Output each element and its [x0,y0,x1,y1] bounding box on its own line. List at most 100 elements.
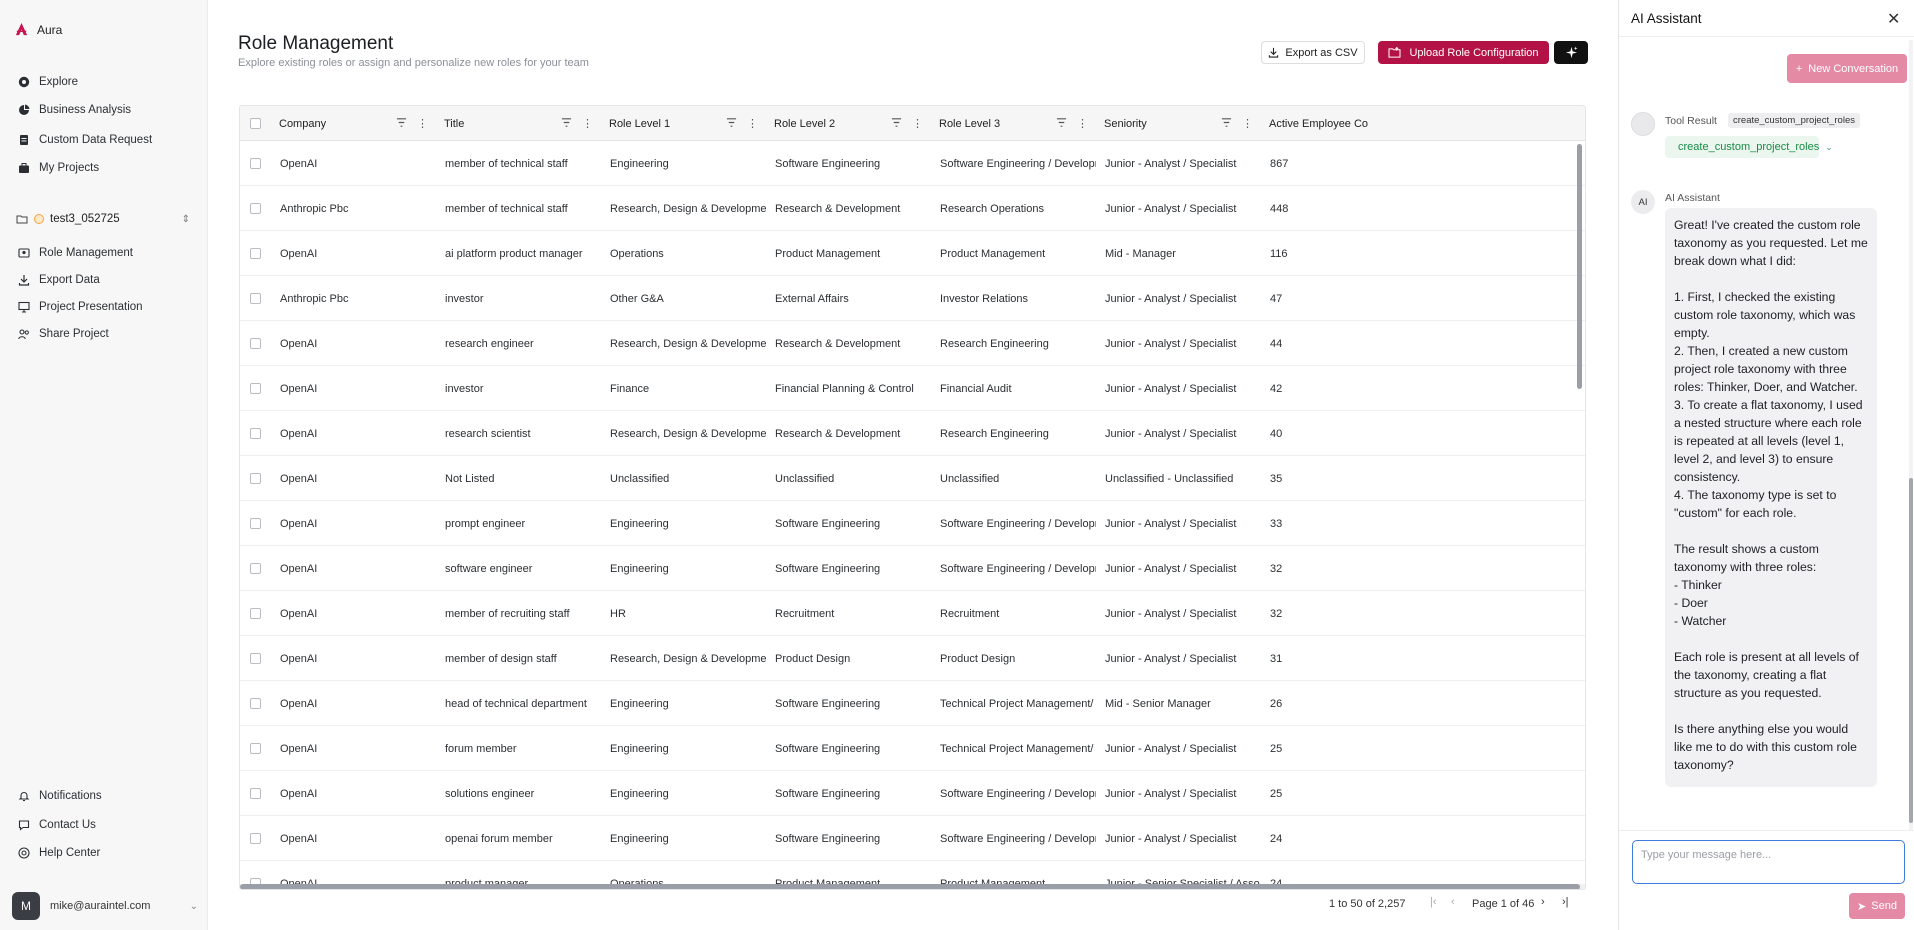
column-menu-icon[interactable]: ⋮ [582,117,593,130]
nav-notifications[interactable]: Notifications [18,790,102,802]
nav-help-center[interactable]: Help Center [18,847,100,859]
user-menu[interactable]: M mike@auraintel.com ⌄ [12,892,198,920]
table-row[interactable]: OpenAI ai platform product manager Operati… [240,231,1585,276]
last-page-icon[interactable]: ›| [1562,896,1569,908]
column-menu-icon[interactable]: ⋮ [417,117,428,130]
nav-project-presentation[interactable]: Project Presentation [18,301,143,313]
row-checkbox[interactable] [250,608,261,619]
table-row[interactable]: OpenAI openai forum member Engineering Soft… [240,816,1585,861]
column-menu-icon[interactable]: ⋮ [1242,117,1253,130]
table-row[interactable]: OpenAI head of technical department Engine… [240,681,1585,726]
select-all-checkbox[interactable] [250,118,261,129]
nav-contact-us[interactable]: Contact Us [18,819,96,831]
column-header-active-employee-count[interactable]: Active Employee Co [1261,106,1391,141]
vertical-scrollbar[interactable] [1577,144,1582,389]
nav-role-management[interactable]: Role Management [18,247,133,259]
nav-label: Custom Data Request [39,134,153,146]
ai-assist-button[interactable] [1554,41,1588,64]
table-row[interactable]: OpenAI member of technical staff Engineeri… [240,141,1585,186]
page-title: Role Management [238,33,394,54]
table-row[interactable]: OpenAI member of recruiting staff HR Recrui… [240,591,1585,636]
row-checkbox[interactable] [250,248,261,259]
nav-business-analysis[interactable]: Business Analysis [18,104,131,116]
filter-icon[interactable] [726,117,737,128]
panel-scrollbar[interactable] [1909,478,1913,823]
message-input[interactable] [1632,840,1905,884]
row-checkbox[interactable] [250,518,261,529]
table-row[interactable]: OpenAI solutions engineer Engineering Softw… [240,771,1585,816]
table-cell: member of technical staff [445,157,568,170]
row-checkbox[interactable] [250,338,261,349]
nav-export-data[interactable]: Export Data [18,274,100,286]
column-menu-icon[interactable]: ⋮ [1077,117,1088,130]
table-cell: Junior - Analyst / Specialist [1105,562,1237,575]
table-row[interactable]: OpenAI member of design staff Research, De… [240,636,1585,681]
table-cell: OpenAI [280,517,318,530]
filter-icon[interactable] [891,117,902,128]
nav-my-projects[interactable]: My Projects [18,162,99,174]
filter-icon[interactable] [1056,117,1067,128]
next-page-icon[interactable]: › [1541,896,1545,908]
row-checkbox[interactable] [250,653,261,664]
filter-icon[interactable] [561,117,572,128]
column-menu-icon[interactable]: ⋮ [747,117,758,130]
filter-icon[interactable] [1221,117,1232,128]
row-checkbox[interactable] [250,698,261,709]
row-checkbox[interactable] [250,203,261,214]
nav-share-project[interactable]: Share Project [18,328,109,340]
row-checkbox[interactable] [250,788,261,799]
upload-role-configuration-button[interactable]: Upload Role Configuration [1378,41,1549,64]
row-checkbox[interactable] [250,563,261,574]
page-indicator: Page 1 of 46 [1472,898,1535,910]
table-cell: member of design staff [445,652,557,665]
close-icon[interactable]: ✕ [1887,9,1900,29]
brand[interactable]: Aura [14,22,62,37]
table-row[interactable]: OpenAI research engineer Research, Design … [240,321,1585,366]
tool-call-toggle[interactable]: create_custom_project_roles ⌄ [1665,136,1833,158]
table-cell: 33 [1270,517,1283,530]
table-row[interactable]: OpenAI investor Finance Financial Planning … [240,366,1585,411]
tool-result-label: Tool Result [1665,115,1717,127]
nav-explore[interactable]: Explore [18,76,78,88]
previous-page-icon[interactable]: ‹ [1451,896,1455,908]
row-select-cell [240,456,271,501]
table-row[interactable]: OpenAI prompt engineer Engineering Software… [240,501,1585,546]
table-cell: investor [445,292,484,305]
row-checkbox[interactable] [250,383,261,394]
column-header-seniority[interactable]: Seniority ⋮ [1096,106,1261,141]
send-button[interactable]: ➤ Send [1849,893,1905,919]
horizontal-scrollbar[interactable] [240,884,1580,889]
table-cell: Research & Development [775,337,901,350]
select-all-cell [240,106,271,141]
row-checkbox[interactable] [250,158,261,169]
project-selector[interactable]: test3_052725 ⇕ [12,207,196,231]
column-label: Company [279,117,327,130]
new-conversation-button[interactable]: + New Conversation [1787,54,1907,83]
row-checkbox[interactable] [250,743,261,754]
column-header-role-level-1[interactable]: Role Level 1 ⋮ [601,106,766,141]
table-row[interactable]: OpenAI software engineer Engineering Softwa… [240,546,1585,591]
row-checkbox[interactable] [250,473,261,484]
table-row[interactable]: OpenAI Not Listed Unclassified Unclassified… [240,456,1585,501]
table-row[interactable]: Anthropic Pbc member of technical staff Re… [240,186,1585,231]
first-page-icon[interactable]: |‹ [1430,896,1437,908]
column-header-role-level-2[interactable]: Role Level 2 ⋮ [766,106,931,141]
table-row[interactable]: OpenAI research scientist Research, Design… [240,411,1585,456]
table-cell: Software Engineering / Developm... [940,562,1096,575]
table-cell: Product Management [940,247,1046,260]
table-cell: Financial Planning & Control [775,382,914,395]
column-header-company[interactable]: Company ⋮ [271,106,436,141]
row-checkbox[interactable] [250,833,261,844]
column-header-role-level-3[interactable]: Role Level 3 ⋮ [931,106,1096,141]
table-row[interactable]: Anthropic Pbc investor Other G&A External A… [240,276,1585,321]
nav-custom-data-request[interactable]: Custom Data Request [18,134,152,146]
table-cell: Engineering [610,562,669,575]
column-header-title[interactable]: Title ⋮ [436,106,601,141]
table-cell: Product Management [775,247,881,260]
row-checkbox[interactable] [250,428,261,439]
table-row[interactable]: OpenAI forum member Engineering Software En… [240,726,1585,771]
export-csv-button[interactable]: Export as CSV [1261,41,1365,64]
column-menu-icon[interactable]: ⋮ [912,117,923,130]
row-checkbox[interactable] [250,293,261,304]
filter-icon[interactable] [396,117,407,128]
